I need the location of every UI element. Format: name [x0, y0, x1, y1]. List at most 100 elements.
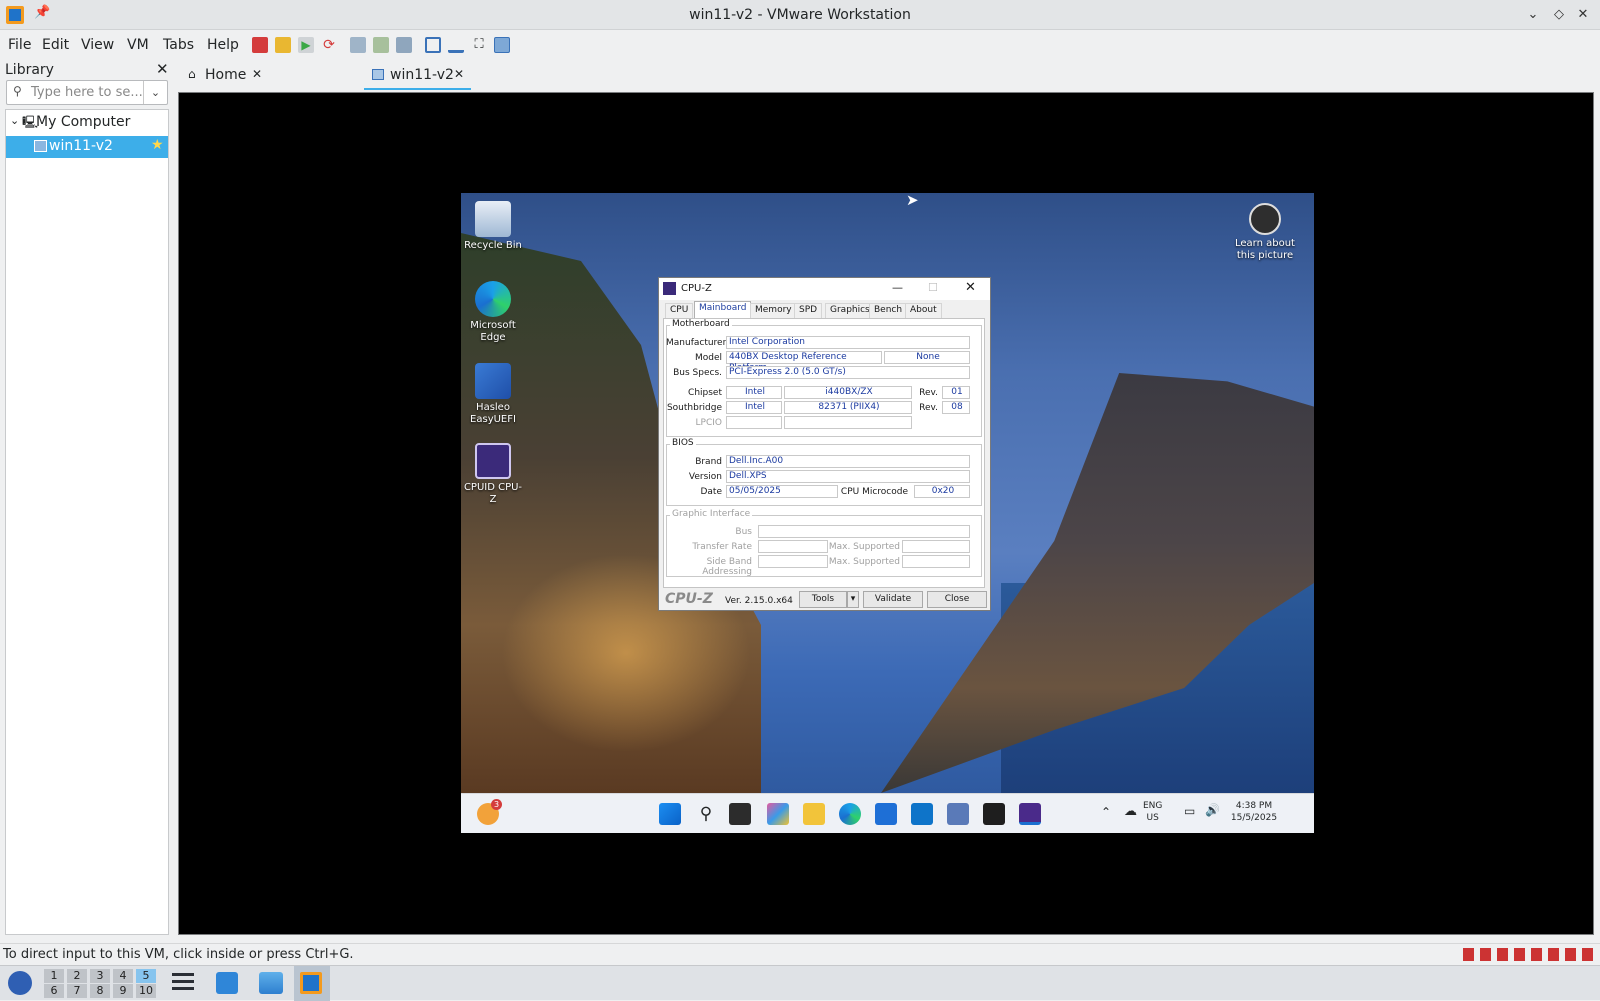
cpuz-tab-spd[interactable]: SPD [794, 303, 823, 318]
desktop-icon-easyuefi[interactable]: Hasleo EasyUEFI [461, 363, 525, 426]
terminal-icon[interactable] [983, 803, 1005, 825]
snapshot-icon[interactable] [350, 37, 366, 53]
revert-snapshot-icon[interactable] [373, 37, 389, 53]
easyuefi-icon [475, 363, 511, 399]
tab-label: win11-v2 [390, 67, 454, 83]
pager-desktop-10[interactable]: 10 [136, 984, 156, 998]
desktop-icon-learn-about-picture[interactable]: Learn about this picture [1225, 203, 1305, 262]
minimize-button[interactable]: ⌄ [1524, 6, 1542, 24]
pager-desktop-4[interactable]: 4 [113, 969, 133, 983]
cpuz-tab-about[interactable]: About [905, 303, 942, 318]
library-search-input[interactable]: ⚲ Type here to se... ⌄ [6, 80, 168, 105]
search-placeholder: Type here to se... [31, 85, 143, 100]
cpuz-close-icon[interactable]: ✕ [965, 280, 976, 295]
close-tab-icon[interactable]: ✕ [454, 67, 464, 81]
bios-brand-value: Dell.Inc.A00 [726, 455, 970, 468]
desktop-icon-edge[interactable]: Microsoft Edge [461, 281, 525, 344]
desktop-icon-cpuz[interactable]: CPUID CPU-Z [461, 443, 525, 506]
cpuz-tools-dropdown-icon[interactable]: ▾ [847, 591, 859, 608]
close-tab-icon[interactable]: ✕ [252, 67, 262, 81]
edge-taskbar-icon[interactable] [839, 803, 861, 825]
close-window-button[interactable]: ✕ [1574, 6, 1592, 24]
cpuz-tab-bench[interactable]: Bench [869, 303, 908, 318]
menu-vm[interactable]: VM [127, 37, 149, 53]
cpuz-minimize-icon[interactable]: — [892, 281, 903, 294]
chevron-down-icon[interactable]: ⌄ [10, 114, 19, 127]
device-status-icons[interactable] [1463, 948, 1593, 961]
cpuz-validate-button[interactable]: Validate [863, 591, 923, 608]
vmware-taskbar-entry[interactable] [294, 966, 330, 1001]
menu-file[interactable]: File [8, 37, 31, 53]
store-icon[interactable] [875, 803, 897, 825]
cpuz-taskbar-icon[interactable] [1019, 803, 1041, 825]
maximize-button[interactable]: ◇ [1550, 6, 1568, 24]
dolphin-icon[interactable] [259, 972, 283, 994]
library-tree: ⌄ 🖳 My Computer win11-v2 ★ [5, 109, 169, 935]
system-settings-icon[interactable] [172, 973, 194, 993]
lpcio-model-value [784, 416, 912, 429]
pager-desktop-6[interactable]: 6 [44, 984, 64, 998]
clock-time: 4:38 PM [1235, 801, 1273, 811]
file-explorer-icon[interactable] [803, 803, 825, 825]
close-library-icon[interactable]: ✕ [156, 60, 169, 78]
menu-view[interactable]: View [81, 37, 114, 53]
snapshot-manager-icon[interactable] [396, 37, 412, 53]
pager-desktop-1[interactable]: 1 [44, 969, 64, 983]
restart-icon[interactable]: ⟳ [321, 37, 337, 53]
pager-desktop-5[interactable]: 5 [136, 969, 156, 983]
tab-win11-v2[interactable]: win11-v2 ✕ [364, 62, 471, 90]
copilot-icon[interactable] [767, 803, 789, 825]
status-text: To direct input to this VM, click inside… [3, 947, 354, 962]
gi-max-supported-label-2: Max. Supported [828, 557, 900, 567]
menu-edit[interactable]: Edit [42, 37, 69, 53]
network-icon[interactable]: ▭ [1184, 804, 1195, 818]
tree-node-label: My Computer [36, 114, 131, 130]
fedora-launcher-icon[interactable] [8, 971, 32, 995]
tab-label: Home [205, 67, 247, 83]
cpuz-tab-mainboard[interactable]: Mainboard [694, 301, 752, 318]
desktop-icon-recycle-bin[interactable]: Recycle Bin [461, 201, 525, 252]
clock[interactable]: 4:38 PM 15/5/2025 [1227, 800, 1281, 824]
pager-desktop-8[interactable]: 8 [90, 984, 110, 998]
bios-version-value: Dell.XPS [726, 470, 970, 483]
task-view-icon[interactable] [729, 803, 751, 825]
discover-icon[interactable] [216, 972, 238, 994]
chevron-up-icon[interactable]: ⌃ [1101, 805, 1111, 819]
cpuz-title-bar[interactable]: CPU-Z — ☐ ✕ [659, 278, 990, 300]
search-dropdown-icon[interactable]: ⌄ [143, 81, 167, 104]
tree-node-my-computer[interactable]: ⌄ 🖳 My Computer [6, 112, 168, 134]
gi-max-supported-value [902, 540, 970, 553]
volume-icon[interactable]: 🔊 [1205, 803, 1220, 817]
onedrive-icon[interactable]: ☁ [1124, 804, 1137, 819]
tree-node-win11-v2[interactable]: win11-v2 ★ [6, 136, 168, 158]
gi-side-band-label: Side Band Addressing [702, 557, 752, 577]
pager-desktop-7[interactable]: 7 [67, 984, 87, 998]
remote-desktop-icon[interactable] [947, 803, 969, 825]
unity-icon[interactable] [494, 37, 510, 53]
start-icon[interactable] [659, 803, 681, 825]
favorite-star-icon[interactable]: ★ [151, 137, 164, 153]
fullscreen-icon[interactable]: ⛶ [471, 37, 487, 53]
language-indicator[interactable]: ENG US [1143, 800, 1162, 824]
cpuz-maximize-icon[interactable]: ☐ [928, 281, 938, 294]
cpuz-tab-graphics[interactable]: Graphics [825, 303, 875, 318]
thumbnail-bar-icon[interactable] [448, 37, 464, 53]
show-library-icon[interactable] [425, 37, 441, 53]
power-on-icon[interactable]: ▶ [298, 37, 314, 53]
gi-transfer-rate-value [758, 540, 828, 553]
pager-desktop-9[interactable]: 9 [113, 984, 133, 998]
menu-help[interactable]: Help [207, 37, 239, 53]
cpuz-tab-cpu[interactable]: CPU [665, 303, 694, 318]
suspend-icon[interactable] [275, 37, 291, 53]
outlook-icon[interactable] [911, 803, 933, 825]
pager-desktop-3[interactable]: 3 [90, 969, 110, 983]
cpuz-tab-memory[interactable]: Memory [750, 303, 797, 318]
power-off-icon[interactable] [252, 37, 268, 53]
pager-desktop-2[interactable]: 2 [67, 969, 87, 983]
cpuz-close-button[interactable]: Close [927, 591, 987, 608]
lpcio-label: LPCIO [695, 418, 722, 428]
search-icon[interactable]: ⚲ [695, 803, 717, 825]
tab-home[interactable]: ⌂ Home ✕ [186, 62, 270, 90]
menu-tabs[interactable]: Tabs [163, 37, 194, 53]
cpuz-tools-button[interactable]: Tools [799, 591, 847, 608]
